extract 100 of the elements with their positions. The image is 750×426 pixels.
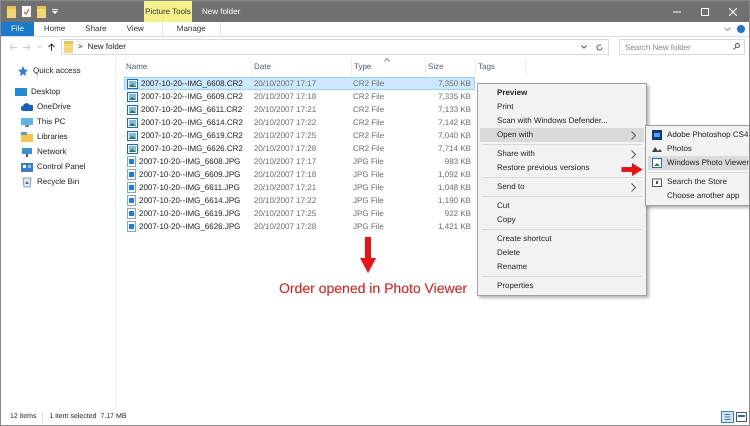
menu-item[interactable]: Choose another app xyxy=(648,189,748,203)
column-header[interactable]: Type xyxy=(352,58,426,76)
table-cell: 2007-10-20--IMG_6619.JPG xyxy=(139,208,240,220)
table-cell: 20/10/2007 17:28 xyxy=(254,220,316,232)
table-cell: 2007-10-20--IMG_6614.CR2 xyxy=(141,116,243,128)
menu-item[interactable]: Print xyxy=(480,100,522,114)
file-row[interactable]: 2007-10-20--IMG_6619.JPG 20/10/2007 17:25 JPG File 922 KB xyxy=(124,207,475,220)
menu-item[interactable]: Rename xyxy=(480,260,536,274)
menu-item[interactable]: Restore previous versions xyxy=(480,161,598,175)
sidebar-item[interactable]: Control Panel xyxy=(37,161,86,173)
up-arrow-icon[interactable] xyxy=(48,43,55,51)
menu-item[interactable]: Preview xyxy=(480,86,536,100)
menu-item[interactable]: Delete xyxy=(480,246,528,260)
table-cell: 2007-10-20--IMG_6626.CR2 xyxy=(141,142,243,154)
column-header[interactable]: Size xyxy=(426,58,476,76)
ribbon-tab[interactable]: Manage xyxy=(162,22,221,36)
chevron-right-icon xyxy=(631,150,636,158)
file-row[interactable]: 2007-10-20--IMG_6626.CR2 20/10/2007 17:28 CR2 File 7,714 KB xyxy=(124,142,475,155)
sidebar-item[interactable]: This PC xyxy=(37,116,66,128)
table-cell: 922 KB xyxy=(444,208,471,220)
table-cell: 7,133 KB xyxy=(438,104,471,116)
table-cell: CR2 File xyxy=(353,142,384,154)
file-row[interactable]: 2007-10-20--IMG_6608.JPG 20/10/2007 17:17 JPG File 983 KB xyxy=(124,155,475,168)
table-cell: 20/10/2007 17:22 xyxy=(254,116,316,128)
table-cell: 1,048 KB xyxy=(438,182,471,194)
table-cell: 20/10/2007 17:28 xyxy=(254,142,316,154)
table-cell: 2007-10-20--IMG_6614.JPG xyxy=(139,194,240,206)
menu-item[interactable]: Windows Photo Viewer xyxy=(648,156,748,170)
table-cell: 2007-10-20--IMG_6611.JPG xyxy=(139,182,240,194)
table-cell: CR2 File xyxy=(353,104,384,116)
image-file-icon xyxy=(127,130,138,140)
menu-item[interactable]: Share with xyxy=(480,147,644,161)
table-cell: JPG File xyxy=(353,182,384,194)
sidebar-item[interactable]: Network xyxy=(37,146,66,158)
column-header[interactable]: Tags xyxy=(476,58,526,76)
address-bar[interactable]: > New folder xyxy=(61,39,609,55)
control-panel-icon xyxy=(21,161,33,173)
refresh-icon[interactable] xyxy=(596,44,603,50)
file-row[interactable]: 2007-10-20--IMG_6614.CR2 20/10/2007 17:22 CR2 File 7,142 KB xyxy=(124,116,475,129)
menu-item[interactable]: Search the Store xyxy=(648,175,748,189)
image-file-icon xyxy=(127,208,136,219)
column-header[interactable]: Date xyxy=(252,58,352,76)
recycle-bin-icon xyxy=(21,176,33,188)
breadcrumb-item[interactable]: New folder xyxy=(88,41,126,53)
chevron-right-icon xyxy=(631,130,636,140)
menu-item[interactable]: Scan with Windows Defender... xyxy=(480,114,616,128)
table-cell: 7,142 KB xyxy=(438,116,471,128)
menu-item[interactable]: Create shortcut xyxy=(480,232,560,246)
details-view-icon[interactable] xyxy=(721,411,734,423)
table-cell: JPG File xyxy=(353,220,384,232)
table-cell: 2007-10-20--IMG_6626.JPG xyxy=(139,220,240,232)
menu-item[interactable]: Photos xyxy=(648,142,748,156)
image-file-icon xyxy=(127,78,138,88)
file-row[interactable]: 2007-10-20--IMG_6611.CR2 20/10/2007 17:21 CR2 File 7,133 KB xyxy=(124,103,475,116)
close-icon[interactable] xyxy=(729,8,737,16)
image-file-icon xyxy=(127,195,136,206)
sidebar-item[interactable]: Quick access xyxy=(33,65,81,77)
search-field[interactable]: Search New folder xyxy=(619,39,745,55)
file-row[interactable]: 2007-10-20--IMG_6626.JPG 20/10/2007 17:28 JPG File 1,421 KB xyxy=(124,220,475,233)
maximize-icon[interactable] xyxy=(701,8,709,16)
menu-item[interactable]: Copy xyxy=(480,213,524,227)
table-cell: 7,335 KB xyxy=(438,90,471,102)
sidebar-item[interactable]: Recycle Bin xyxy=(37,176,80,188)
dropdown-icon[interactable] xyxy=(52,9,58,14)
file-row[interactable]: 2007-10-20--IMG_6609.CR2 20/10/2007 17:18 CR2 File 7,335 KB xyxy=(124,90,475,103)
chevron-down-icon[interactable] xyxy=(581,45,587,49)
breadcrumb-separator: > xyxy=(78,41,83,53)
table-cell: CR2 File xyxy=(353,116,384,128)
sidebar-item[interactable]: Desktop xyxy=(31,86,60,98)
sidebar-item[interactable]: Libraries xyxy=(37,131,68,143)
table-cell: CR2 File xyxy=(353,90,384,102)
table-cell: CR2 File xyxy=(353,130,384,142)
sidebar-item[interactable]: OneDrive xyxy=(37,101,71,113)
menu-item[interactable]: Adobe Photoshop CS4 xyxy=(648,128,748,142)
file-row[interactable]: 2007-10-20--IMG_6609.JPG 20/10/2007 17:18 JPG File 1,092 KB xyxy=(124,168,475,181)
image-file-icon xyxy=(127,104,138,114)
image-file-icon xyxy=(127,144,138,154)
table-cell: 1,190 KB xyxy=(438,194,471,206)
menu-item[interactable]: Open with xyxy=(480,128,644,142)
right-arrow xyxy=(620,163,644,176)
large-icons-view-icon[interactable] xyxy=(736,412,747,422)
properties-icon[interactable] xyxy=(22,6,31,17)
table-cell: 1,092 KB xyxy=(438,168,471,180)
menu-item[interactable]: Send to xyxy=(480,180,644,194)
menu-item[interactable]: Cut xyxy=(480,199,518,213)
window-title: New folder xyxy=(202,6,240,18)
column-header[interactable]: Name xyxy=(124,58,252,76)
file-row[interactable]: 2007-10-20--IMG_6611.JPG 20/10/2007 17:21 JPG File 1,048 KB xyxy=(124,181,475,194)
down-arrow xyxy=(360,237,376,273)
table-cell: 7,350 KB xyxy=(438,78,471,90)
file-row[interactable]: 2007-10-20--IMG_6619.CR2 20/10/2007 17:25 CR2 File 7,040 KB xyxy=(124,129,475,142)
file-row[interactable]: 2007-10-20--IMG_6608.CR2 20/10/2007 17:17 CR2 File 7,350 KB xyxy=(124,77,475,90)
help-icon[interactable] xyxy=(737,25,745,33)
file-row[interactable]: 2007-10-20--IMG_6614.JPG 20/10/2007 17:22 JPG File 1,190 KB xyxy=(124,194,475,207)
sort-caret-icon xyxy=(384,58,390,62)
image-viewer-icon xyxy=(652,158,662,168)
image-file-icon xyxy=(127,92,138,102)
menu-item[interactable]: Properties xyxy=(480,279,542,293)
ribbon-tab[interactable]: File xyxy=(1,22,34,36)
table-cell: 983 KB xyxy=(444,156,471,168)
